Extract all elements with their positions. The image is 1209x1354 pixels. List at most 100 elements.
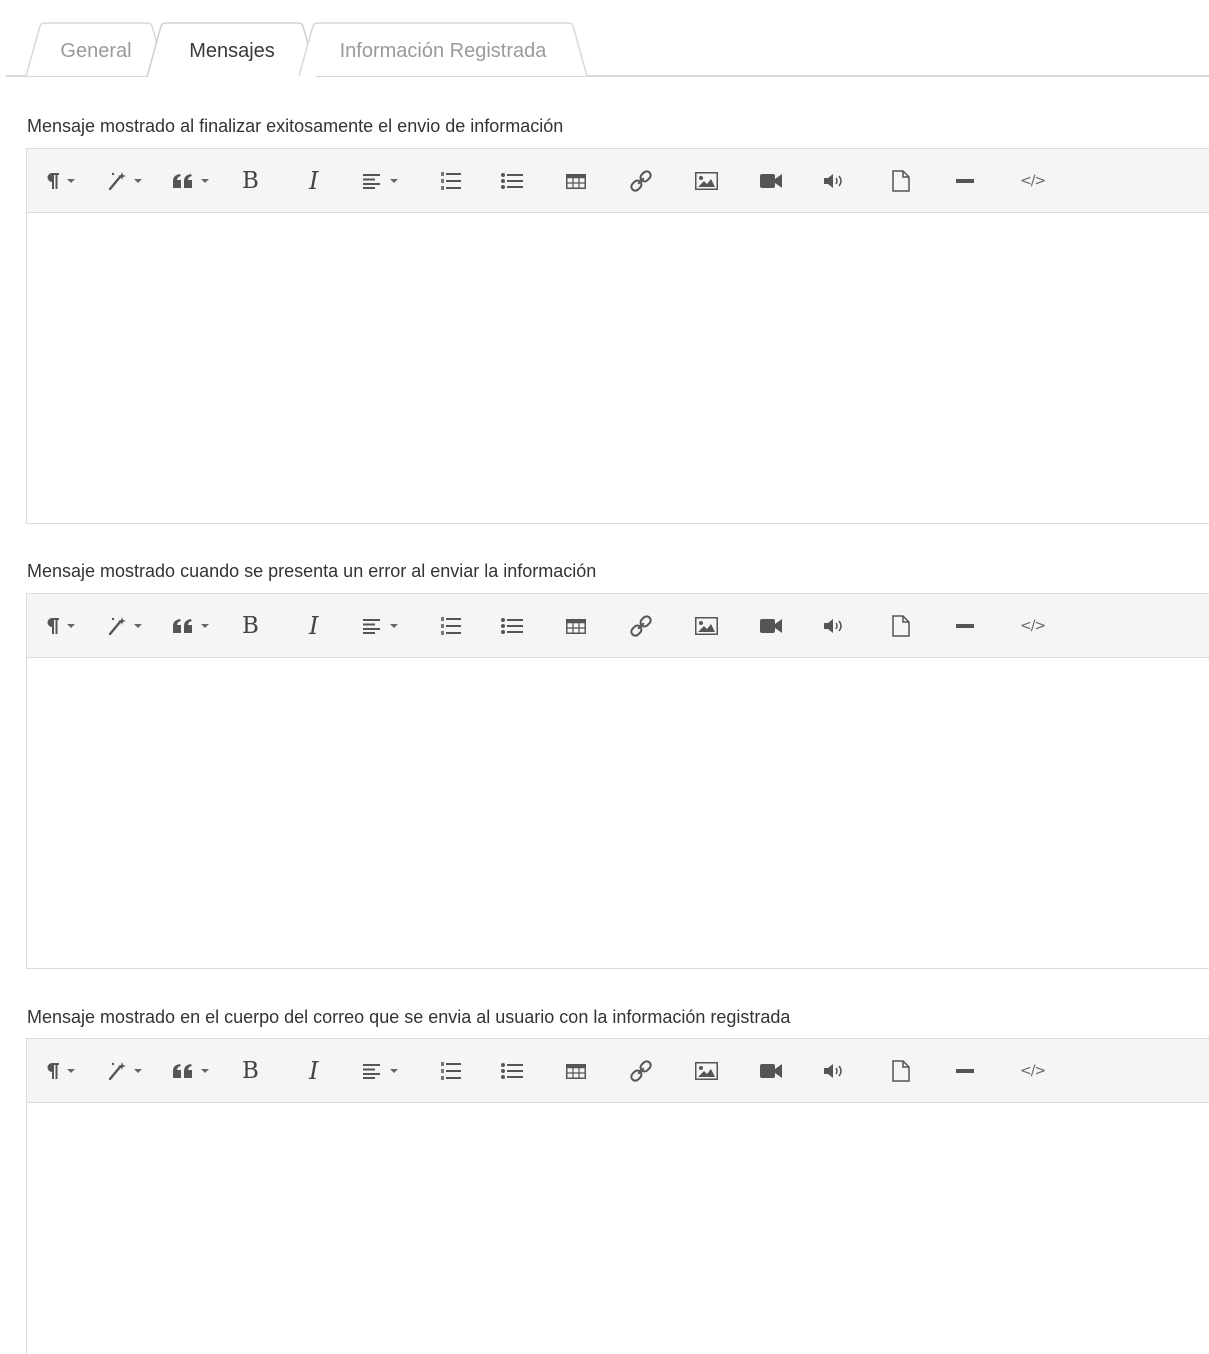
image-button[interactable] (695, 1056, 718, 1086)
paragraph-style-button[interactable] (47, 1056, 75, 1086)
bold-icon: B (242, 1058, 259, 1084)
table-button[interactable] (566, 611, 586, 641)
tab-general[interactable]: General (25, 22, 167, 78)
file-icon (892, 1060, 910, 1082)
bold-button[interactable]: B (242, 1056, 259, 1086)
quote-icon (173, 619, 192, 633)
unordered-list-icon (501, 1063, 523, 1079)
section-3-label: Mensaje mostrado en el cuerpo del correo… (27, 1007, 791, 1027)
unordered-list-icon (501, 618, 523, 634)
table-icon (566, 173, 586, 189)
italic-button[interactable]: I (309, 1056, 318, 1086)
align-button[interactable] (363, 611, 398, 641)
italic-icon: I (309, 167, 319, 195)
horizontal-rule-button[interactable] (956, 1056, 974, 1086)
table-icon (566, 1063, 586, 1079)
audio-button[interactable] (824, 1056, 846, 1086)
dropdown-caret-icon (390, 179, 398, 183)
italic-icon: I (309, 1057, 319, 1085)
tab-bar: General Mensajes Información Registrada (0, 0, 1209, 79)
dropdown-caret-icon (67, 1069, 75, 1073)
magic-wand-icon (108, 617, 126, 636)
editor-content-success[interactable] (27, 213, 1209, 523)
align-button[interactable] (363, 166, 398, 196)
volume-icon (824, 619, 842, 633)
audio-button[interactable] (824, 166, 846, 196)
horizontal-rule-button[interactable] (956, 611, 974, 641)
code-view-button[interactable]: </> (1020, 1056, 1046, 1086)
code-icon: </> (1020, 173, 1046, 189)
video-button[interactable] (760, 1056, 782, 1086)
rich-text-editor-email: B I </> (26, 1038, 1209, 1354)
ordered-list-icon (441, 1062, 461, 1080)
font-style-button[interactable] (107, 166, 142, 196)
ordered-list-button[interactable] (441, 166, 461, 196)
unordered-list-button[interactable] (501, 166, 523, 196)
bold-button[interactable]: B (242, 166, 259, 196)
bold-icon: B (242, 168, 259, 194)
unordered-list-button[interactable] (501, 1056, 523, 1086)
paragraph-style-button[interactable] (47, 166, 75, 196)
italic-icon: I (309, 612, 319, 640)
code-icon: </> (1020, 618, 1046, 634)
link-icon (630, 1060, 652, 1082)
bold-button[interactable]: B (242, 611, 259, 641)
font-style-button[interactable] (107, 1056, 142, 1086)
video-button[interactable] (760, 611, 782, 641)
magic-wand-icon (108, 172, 126, 191)
image-icon (695, 617, 718, 635)
link-icon (630, 615, 652, 637)
blockquote-button[interactable] (172, 611, 209, 641)
video-camera-icon (760, 619, 782, 633)
file-button[interactable] (892, 611, 910, 641)
unordered-list-button[interactable] (501, 611, 523, 641)
italic-button[interactable]: I (309, 611, 318, 641)
tab-informacion-registrada[interactable]: Información Registrada (298, 22, 588, 78)
dropdown-caret-icon (390, 1069, 398, 1073)
editor-content-email[interactable] (27, 1103, 1209, 1354)
image-button[interactable] (695, 166, 718, 196)
tab-mensajes[interactable]: Mensajes (146, 22, 318, 79)
link-button[interactable] (630, 1056, 652, 1086)
table-button[interactable] (566, 1056, 586, 1086)
tab-general-label: General (60, 40, 132, 62)
editor-toolbar: B I </> (27, 149, 1209, 213)
minus-icon (956, 624, 974, 628)
editor-toolbar: B I </> (27, 1039, 1209, 1103)
video-camera-icon (760, 1064, 782, 1078)
blockquote-button[interactable] (172, 166, 209, 196)
table-icon (566, 618, 586, 634)
code-icon: </> (1020, 1063, 1046, 1079)
code-view-button[interactable]: </> (1020, 611, 1046, 641)
dropdown-caret-icon (201, 624, 209, 628)
link-button[interactable] (630, 611, 652, 641)
minus-icon (956, 1069, 974, 1073)
dropdown-caret-icon (134, 179, 142, 183)
table-button[interactable] (566, 166, 586, 196)
file-icon (892, 615, 910, 637)
dropdown-caret-icon (134, 1069, 142, 1073)
editor-content-error[interactable] (27, 658, 1209, 968)
italic-button[interactable]: I (309, 166, 318, 196)
dropdown-caret-icon (201, 1069, 209, 1073)
minus-icon (956, 179, 974, 183)
rich-text-editor-error: B I </> (26, 593, 1209, 969)
audio-button[interactable] (824, 611, 846, 641)
file-button[interactable] (892, 1056, 910, 1086)
ordered-list-button[interactable] (441, 611, 461, 641)
link-button[interactable] (630, 166, 652, 196)
dropdown-caret-icon (67, 624, 75, 628)
align-button[interactable] (363, 1056, 398, 1086)
blockquote-button[interactable] (172, 1056, 209, 1086)
image-icon (695, 172, 718, 190)
tab-informacion-registrada-label: Información Registrada (339, 40, 547, 62)
file-button[interactable] (892, 166, 910, 196)
image-button[interactable] (695, 611, 718, 641)
video-button[interactable] (760, 166, 782, 196)
code-view-button[interactable]: </> (1020, 166, 1046, 196)
paragraph-style-button[interactable] (47, 611, 75, 641)
editor-toolbar: B I </> (27, 594, 1209, 658)
ordered-list-button[interactable] (441, 1056, 461, 1086)
font-style-button[interactable] (107, 611, 142, 641)
horizontal-rule-button[interactable] (956, 166, 974, 196)
